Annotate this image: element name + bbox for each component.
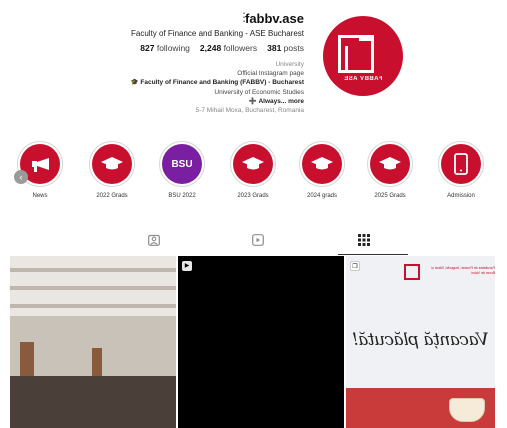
tab-reels[interactable] xyxy=(252,233,266,247)
post-header-text: Facultatea de Finanțe, Asigurări, Bănci … xyxy=(431,266,495,275)
bio-address: 5-7 Mihail Moxa, Bucharest, Romania xyxy=(195,107,304,115)
tagged-icon xyxy=(148,234,160,246)
tab-posts[interactable] xyxy=(358,233,372,247)
highlight-label: 2024 grads xyxy=(306,193,338,199)
highlight-admission[interactable]: Admission xyxy=(433,141,489,199)
bio-line: University of Economic Studies xyxy=(214,88,304,96)
bsu-logo-icon: BSU xyxy=(171,158,193,170)
highlights-scroll-left-button[interactable]: ‹ xyxy=(14,170,28,184)
highlight-label: News xyxy=(32,193,48,199)
bio-category: University xyxy=(275,61,304,68)
highlight-2023-grads[interactable]: 2023 Grads xyxy=(225,141,281,199)
profile-username: fabbv.ase xyxy=(244,11,304,26)
profile-tabs xyxy=(0,233,507,253)
bio-more-link[interactable]: ➕ Always... more xyxy=(130,97,304,106)
carousel-badge-icon: ❐ xyxy=(350,261,360,271)
highlight-bsu-2022[interactable]: BSU BSU 2022 xyxy=(154,141,210,199)
tab-tagged[interactable] xyxy=(148,233,162,247)
graduation-cap-icon xyxy=(379,157,401,170)
highlight-label: 2025 Grads xyxy=(374,193,406,199)
story-highlights: Admission 2025 Grads 2024 grads 2023 Gra… xyxy=(0,141,507,211)
profile-avatar[interactable]: FABBV ASE xyxy=(323,16,403,96)
grid-icon xyxy=(358,234,370,246)
coffee-cup-icon xyxy=(449,398,485,422)
profile-display-name: Faculty of Finance and Banking - ASE Buc… xyxy=(131,29,304,38)
highlight-label: 2022 Grads xyxy=(96,193,128,199)
bio-line: 🎓 Faculty of Finance and Banking (FABBV)… xyxy=(130,79,304,87)
post-auditorium[interactable] xyxy=(10,256,176,428)
following-count[interactable]: 827 following xyxy=(140,43,190,53)
posts-count[interactable]: 381 posts xyxy=(267,43,304,53)
highlight-label: Admission xyxy=(447,193,475,199)
post-script-text: Vacanță plăcută! xyxy=(352,330,489,350)
avatar-text: FABBV ASE xyxy=(343,76,383,82)
bio-line: Official Instagram page xyxy=(237,70,304,78)
highlight-2022-grads[interactable]: 2022 Grads xyxy=(84,141,140,199)
more-dots-icon[interactable]: ⋮ xyxy=(238,10,250,24)
megaphone-icon xyxy=(32,158,49,172)
followers-count[interactable]: 2,248 followers xyxy=(200,43,257,53)
highlight-2025-grads[interactable]: 2025 Grads xyxy=(362,141,418,199)
highlight-label: 2023 Grads xyxy=(237,193,269,199)
graduation-cap-icon xyxy=(311,157,333,170)
reel-badge-icon: ▶ xyxy=(182,261,192,271)
post-christmas-card[interactable]: ❐ Facultatea de Finanțe, Asigurări, Bănc… xyxy=(346,256,495,428)
active-tab-indicator xyxy=(338,254,408,255)
profile-bio: University Official Instagram page 🎓 Fac… xyxy=(130,60,304,115)
graduation-cap-icon xyxy=(242,157,264,170)
posts-grid: ▶ ❐ Facultatea de Finanțe, Asigurări, Bă… xyxy=(10,256,495,428)
fabbv-logo-icon xyxy=(404,264,420,280)
graduation-cap-icon xyxy=(101,157,123,170)
highlight-2024-grads[interactable]: 2024 grads xyxy=(294,141,350,199)
reels-icon xyxy=(252,234,264,246)
highlight-label: BSU 2022 xyxy=(168,193,196,199)
profile-stats: 381 posts 2,248 followers 827 following xyxy=(140,43,304,53)
post-reel-black[interactable]: ▶ xyxy=(178,256,344,428)
phone-icon xyxy=(454,153,468,175)
